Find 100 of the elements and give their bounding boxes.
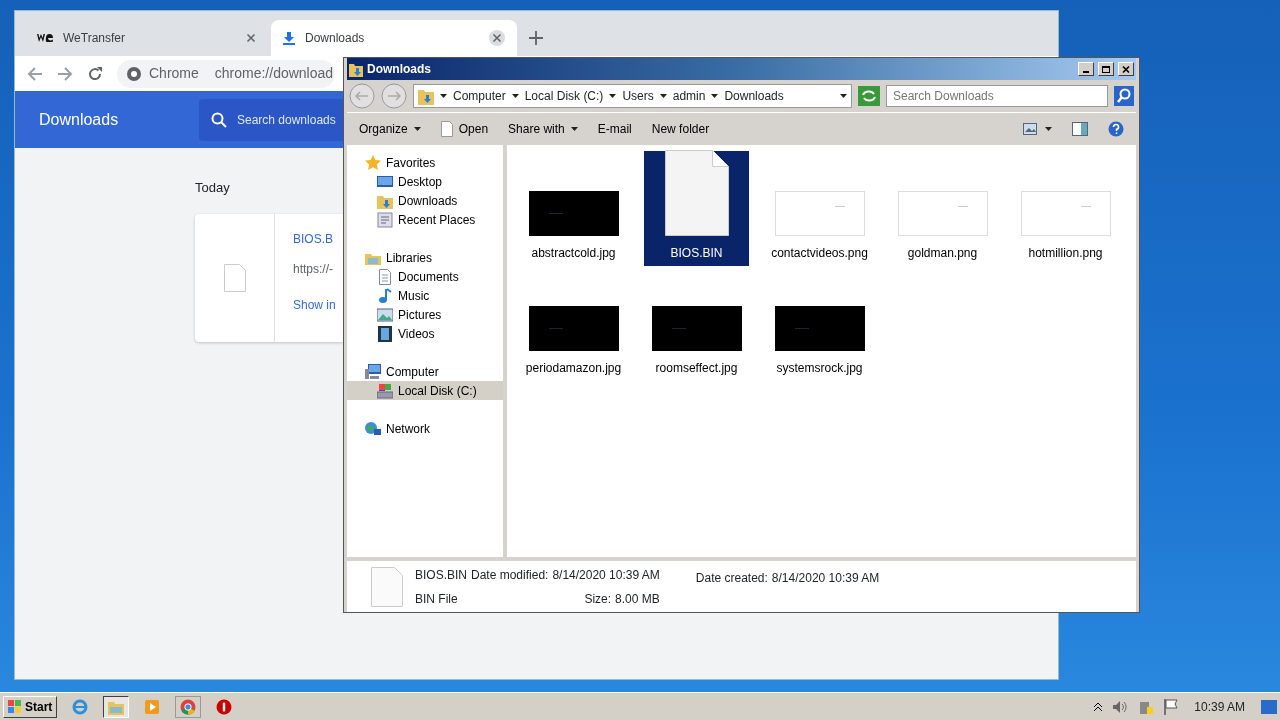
- file-type: BIN File: [415, 590, 459, 608]
- new-tab-icon[interactable]: [529, 31, 543, 45]
- toolbar-button[interactable]: New folder: [651, 120, 710, 138]
- show-desktop-icon[interactable]: [1261, 699, 1277, 714]
- caret-icon: [511, 94, 519, 98]
- window-title: Downloads: [367, 61, 432, 78]
- nav-item[interactable]: Network: [347, 419, 503, 438]
- toolbar-button[interactable]: E-mail: [597, 120, 632, 138]
- breadcrumb-item[interactable]: Downloads: [724, 87, 784, 105]
- speaker-icon[interactable]: [1112, 699, 1129, 714]
- file-item[interactable]: hotmillion.png: [1013, 151, 1118, 266]
- reload-icon[interactable]: [87, 65, 103, 82]
- file-item[interactable]: systemsrock.jpg: [767, 266, 872, 381]
- file-item[interactable]: BIOS.BIN: [644, 151, 749, 266]
- forward-icon[interactable]: [57, 65, 73, 82]
- logo-icon: [37, 34, 53, 42]
- caret-icon: [1045, 127, 1052, 131]
- search-button[interactable]: [1114, 86, 1134, 106]
- file-icon: [223, 263, 246, 292]
- caret-icon: [840, 94, 847, 98]
- help-icon[interactable]: [1108, 121, 1124, 137]
- refresh-button[interactable]: [858, 86, 880, 106]
- start-button[interactable]: Start: [3, 695, 58, 718]
- caret-icon: [659, 94, 667, 98]
- show-in-folder-link[interactable]: Show in: [293, 295, 336, 314]
- address-bar[interactable]: Chrome chrome://download: [117, 59, 335, 88]
- close-icon[interactable]: [489, 30, 505, 46]
- chevron-up-icon[interactable]: [1094, 702, 1103, 711]
- file-item[interactable]: goldman.png: [890, 151, 995, 266]
- breadcrumb-item[interactable]: Local Disk (C:): [524, 87, 604, 105]
- toolbar-button[interactable]: Open: [440, 120, 489, 138]
- document-icon: [377, 268, 393, 285]
- file-icon: [664, 150, 729, 236]
- file-item[interactable]: abstractcold.jpg: [521, 151, 626, 266]
- folder-icon: [349, 61, 363, 77]
- scheme-label: Chrome: [149, 64, 199, 83]
- file-item[interactable]: periodamazon.jpg: [521, 266, 626, 381]
- nav-item[interactable]: Local Disk (C:): [347, 381, 503, 400]
- url-text: chrome://download: [214, 64, 334, 83]
- nav-item[interactable]: Pictures: [347, 305, 503, 324]
- browser-icon: [72, 698, 89, 715]
- breadcrumb-item[interactable]: admin: [672, 87, 706, 105]
- search-field[interactable]: Search Downloads: [886, 85, 1108, 107]
- field-label: Size:: [584, 590, 612, 608]
- close-button[interactable]: [1118, 62, 1134, 76]
- network-icon: [365, 420, 381, 437]
- breadcrumb-item[interactable]: Computer: [453, 87, 506, 105]
- minimize-icon: [1083, 71, 1089, 73]
- media-player-icon: [144, 698, 161, 715]
- date-value: 8/14/2020 10:39 AM: [771, 570, 880, 587]
- clock: 10:39 AM: [1194, 698, 1245, 716]
- file-item[interactable]: roomseffect.jpg: [644, 266, 749, 381]
- file-item[interactable]: contactvideos.png: [767, 151, 872, 266]
- caret-icon: [711, 94, 719, 98]
- preview-pane-icon[interactable]: [1072, 122, 1088, 136]
- back-icon[interactable]: [27, 65, 43, 82]
- site-icon: [127, 66, 141, 81]
- file-icon: [440, 121, 453, 137]
- toolbar-button[interactable]: Organize: [359, 120, 421, 138]
- nav-item[interactable]: Favorites: [347, 153, 503, 172]
- minimize-button[interactable]: [1078, 62, 1094, 76]
- field-label: Date created:: [695, 570, 768, 587]
- url-text: https://-: [293, 260, 334, 278]
- nav-item[interactable]: Desktop: [347, 172, 503, 191]
- nav-item[interactable]: Documents: [347, 267, 503, 286]
- nav-item[interactable]: Libraries: [347, 248, 503, 267]
- browser-tab[interactable]: WeTransfer: [25, 20, 271, 56]
- page-title: Downloads: [39, 109, 120, 130]
- section-heading: Today: [195, 180, 230, 195]
- nav-item[interactable]: Recent Places: [347, 210, 503, 229]
- recent-icon: [377, 211, 393, 228]
- size-value: 8.00 MB: [615, 590, 660, 608]
- windows-logo-icon: [8, 699, 22, 714]
- view-icon[interactable]: [1023, 123, 1037, 135]
- toolbar-button[interactable]: Share with: [508, 120, 578, 138]
- disk-icon: [377, 382, 393, 399]
- video-icon: [377, 325, 393, 342]
- close-icon: [1121, 64, 1131, 74]
- music-icon: [377, 287, 393, 304]
- nav-item[interactable]: Computer: [347, 362, 503, 381]
- breadcrumb-item[interactable]: Users: [622, 87, 654, 105]
- date-value: 8/14/2020 10:39 AM: [552, 566, 660, 584]
- nav-item[interactable]: Music: [347, 286, 503, 305]
- file-icon: [371, 566, 403, 607]
- browser-tab[interactable]: Downloads: [271, 20, 517, 56]
- taskbar-button[interactable]: [103, 695, 130, 718]
- field-label: Date modified:: [471, 566, 549, 584]
- file-name: BIOS.BIN: [415, 566, 467, 584]
- search-icon: [211, 111, 227, 128]
- maximize-icon: [1101, 64, 1111, 74]
- nav-item[interactable]: Downloads: [347, 191, 503, 210]
- nav-item[interactable]: Videos: [347, 324, 503, 343]
- stop-icon: [216, 698, 233, 715]
- caret-icon: [440, 94, 447, 98]
- caret-icon: [609, 94, 617, 98]
- file-link[interactable]: BIOS.B: [293, 229, 336, 248]
- computer-icon: [365, 363, 381, 380]
- flag-icon[interactable]: [1164, 698, 1179, 715]
- folder-icon: [418, 87, 434, 105]
- maximize-button[interactable]: [1098, 62, 1114, 76]
